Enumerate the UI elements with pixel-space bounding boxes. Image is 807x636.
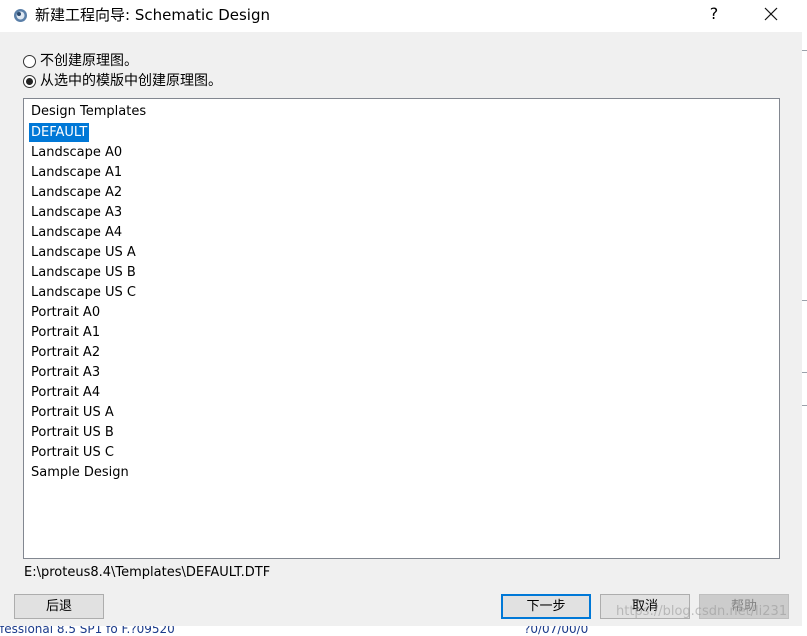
template-item[interactable]: Landscape US C xyxy=(29,283,138,302)
template-item[interactable]: Sample Design xyxy=(29,463,131,482)
background-window-strip: fessional 8.5 SP1 fo F.?09520 ?0/07/00/0 xyxy=(0,626,807,636)
back-button[interactable]: 后退 xyxy=(14,594,104,619)
template-item[interactable]: Portrait A1 xyxy=(29,323,102,342)
next-button[interactable]: 下一步 xyxy=(501,594,591,619)
template-item[interactable]: Landscape A0 xyxy=(29,143,124,162)
background-text: ?0/07/00/0 xyxy=(524,626,589,636)
cancel-button[interactable]: 取消 xyxy=(600,594,690,619)
template-item[interactable]: Portrait US B xyxy=(29,423,116,442)
template-item[interactable]: Landscape A4 xyxy=(29,223,124,242)
template-item[interactable]: Portrait US A xyxy=(29,403,116,422)
option-from-template[interactable]: 从选中的模版中创建原理图。 xyxy=(23,72,222,90)
radio-button[interactable] xyxy=(23,74,36,88)
template-item[interactable]: Portrait A4 xyxy=(29,383,102,402)
list-header: Design Templates xyxy=(31,104,147,119)
template-item[interactable]: Landscape A3 xyxy=(29,203,124,222)
proteus-app-icon xyxy=(14,9,27,22)
window-title: 新建工程向导: Schematic Design xyxy=(35,6,270,24)
template-list[interactable]: Design Templates DEFAULT Landscape A0 Land… xyxy=(23,98,780,559)
close-button[interactable] xyxy=(748,0,794,30)
template-item[interactable]: Portrait US C xyxy=(29,443,116,462)
help-button[interactable]: 帮助 xyxy=(699,594,789,619)
template-item[interactable]: Landscape US B xyxy=(29,263,138,282)
background-text: fessional 8.5 SP1 fo F.?09520 xyxy=(0,626,175,636)
option-no-schematic[interactable]: 不创建原理图。 xyxy=(23,52,138,70)
template-item[interactable]: Portrait A2 xyxy=(29,343,102,362)
template-item[interactable]: Portrait A3 xyxy=(29,363,102,382)
close-icon xyxy=(764,7,778,21)
template-item[interactable]: Portrait A0 xyxy=(29,303,102,322)
template-item[interactable]: DEFAULT xyxy=(29,123,90,142)
background-window-edge xyxy=(802,0,807,636)
option-label: 从选中的模版中创建原理图。 xyxy=(40,73,222,89)
template-item[interactable]: Landscape A2 xyxy=(29,183,124,202)
help-title-button[interactable]: ? xyxy=(690,0,738,30)
option-label: 不创建原理图。 xyxy=(40,53,138,69)
template-item[interactable]: Landscape A1 xyxy=(29,163,124,182)
template-path: E:\proteus8.4\Templates\DEFAULT.DTF xyxy=(24,565,271,580)
radio-button[interactable] xyxy=(23,54,36,68)
title-bar: 新建工程向导: Schematic Design ? xyxy=(0,0,807,32)
template-item[interactable]: Landscape US A xyxy=(29,243,138,262)
